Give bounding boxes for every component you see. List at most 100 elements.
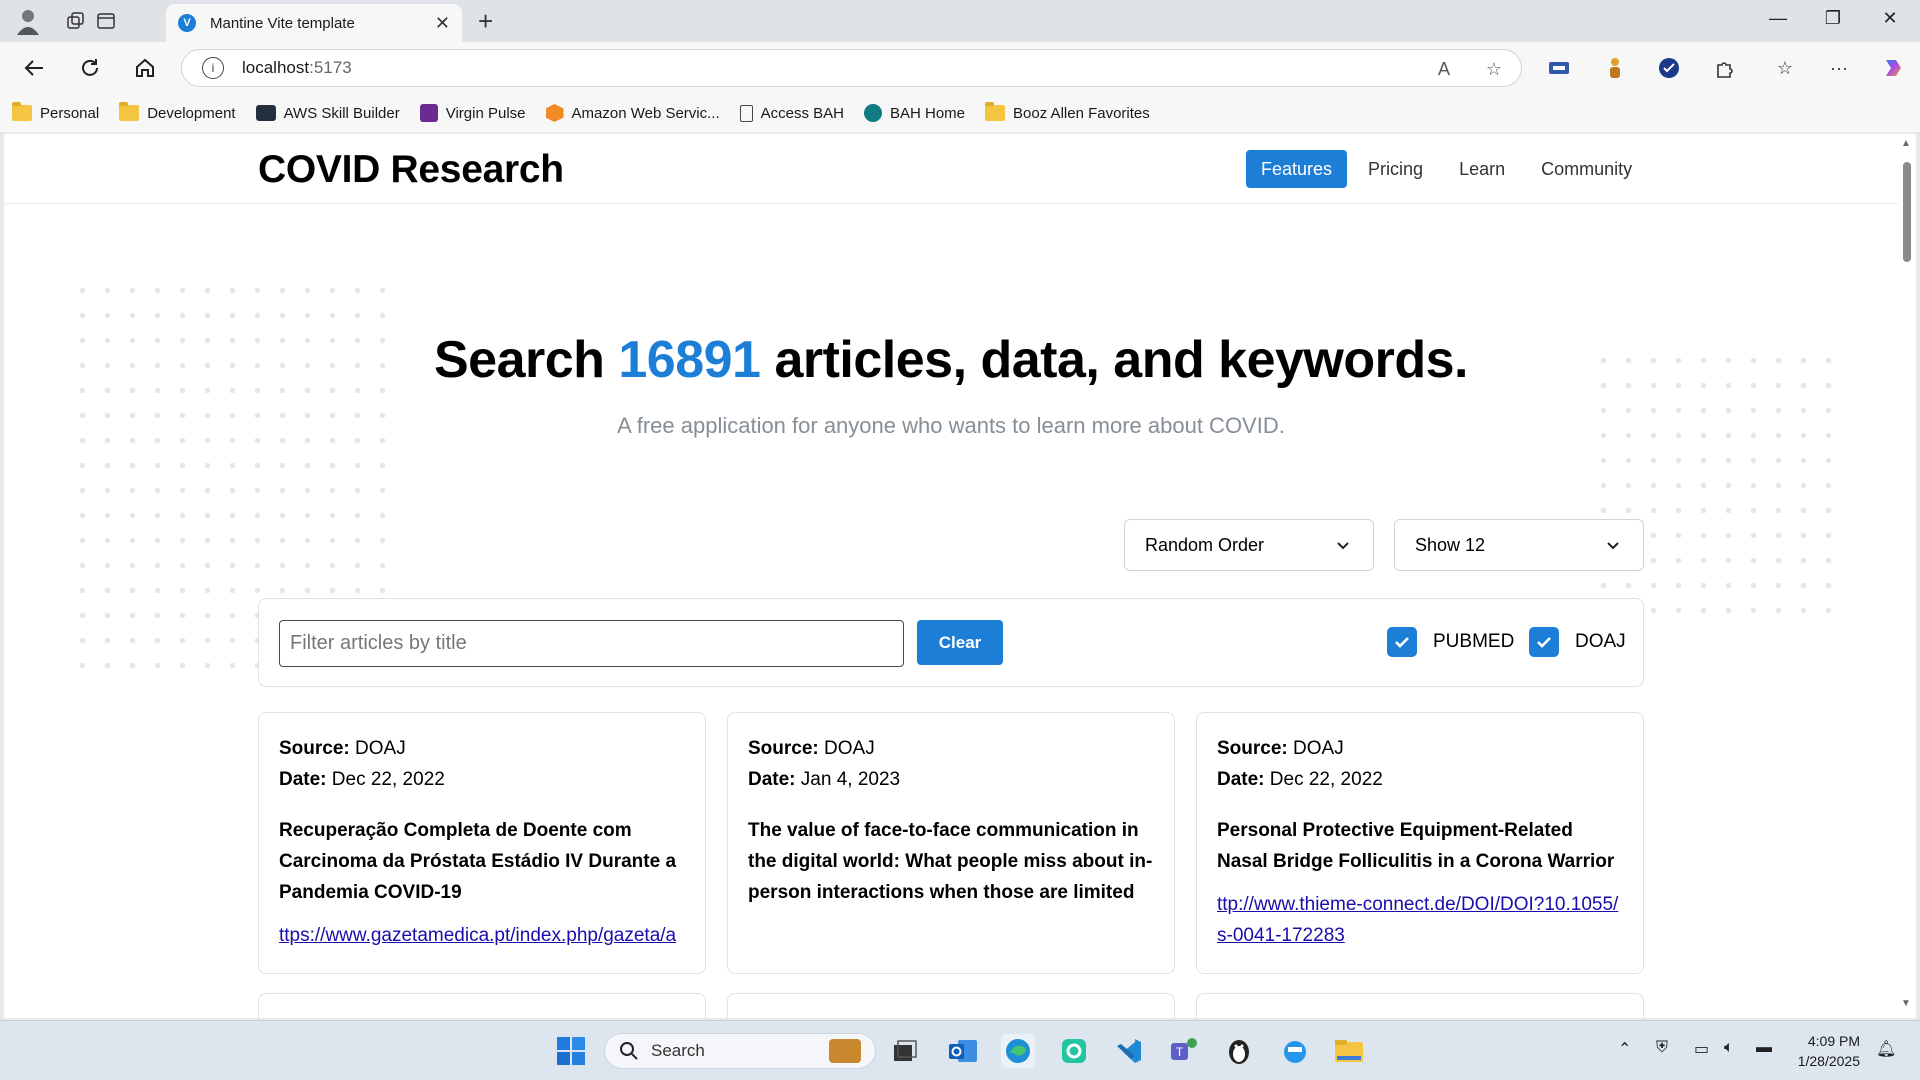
more-menu-icon[interactable]: ··· (1824, 53, 1854, 83)
file-explorer-icon[interactable] (1332, 1034, 1366, 1068)
maximize-icon[interactable]: ❐ (1813, 8, 1853, 29)
nav-pricing[interactable]: Pricing (1353, 150, 1438, 188)
vertical-tabs-icon[interactable] (94, 9, 118, 33)
article-title: Personal Protective Equipment-Related Na… (1217, 820, 1615, 872)
home-icon[interactable] (131, 54, 159, 82)
source-checkbox-doaj[interactable]: DOAJ (1529, 627, 1626, 657)
clear-button[interactable]: Clear (917, 620, 1003, 665)
vpn-shield-icon[interactable]: ⛨ (1656, 1039, 1668, 1057)
favorites-list-icon[interactable]: ☆ (1770, 53, 1800, 83)
checkbox-checked-icon[interactable] (1387, 627, 1417, 657)
site-info-icon[interactable]: i (202, 57, 224, 79)
brand-title[interactable]: COVID Research (258, 148, 564, 192)
folder-icon (985, 102, 1006, 121)
article-date: Date: Dec 22, 2022 (1217, 769, 1383, 790)
article-card[interactable]: Source: DOAJ Date: Dec 22, 2022 Personal… (1196, 712, 1644, 974)
notification-bell-icon[interactable]: 🔔︎ (1876, 1039, 1896, 1059)
vscode-icon[interactable] (1112, 1034, 1146, 1068)
nav-learn[interactable]: Learn (1444, 150, 1520, 188)
minimize-icon[interactable]: — (1758, 8, 1798, 29)
source-checkbox-pubmed[interactable]: PUBMED (1387, 627, 1514, 657)
scroll-up-arrow-icon[interactable]: ▲ (1901, 138, 1911, 149)
taskbar-search[interactable]: Search (604, 1033, 876, 1069)
refresh-icon[interactable] (76, 54, 104, 82)
title-filter-input[interactable] (279, 620, 904, 667)
pycharm-icon[interactable] (1057, 1034, 1091, 1068)
chevron-down-icon (1607, 542, 1619, 550)
sharepoint-icon (864, 104, 882, 122)
extension-check-icon[interactable] (1654, 53, 1684, 83)
clock-date: 1/28/2025 (1797, 1053, 1860, 1069)
address-bar[interactable]: i localhost:5173 A ☆ (181, 49, 1522, 87)
article-card-partial[interactable] (258, 993, 706, 1018)
bookmark-personal[interactable]: Personal (12, 102, 99, 122)
nav-features[interactable]: Features (1246, 150, 1348, 188)
bookmark-aws-skill-builder[interactable]: AWS Skill Builder (255, 105, 400, 122)
taskview-icon[interactable] (888, 1034, 922, 1068)
article-source: Source: DOAJ (1217, 738, 1344, 759)
taskbar-clock[interactable]: 4:09 PM 1/28/2025 (1794, 1031, 1860, 1071)
article-link[interactable]: ttp://www.thieme-connect.de/DOI/DOI?10.1… (1217, 889, 1623, 951)
volume-icon[interactable]: 🔈︎ (1724, 1039, 1734, 1057)
hero-subtitle: A free application for anyone who wants … (617, 413, 1285, 438)
bookmark-bah-home[interactable]: BAH Home (864, 104, 965, 122)
checkbox-checked-icon[interactable] (1529, 627, 1559, 657)
virgin-pulse-icon (419, 104, 438, 122)
article-card-partial[interactable] (1196, 993, 1644, 1018)
workspaces-icon[interactable] (64, 9, 88, 33)
docker-icon[interactable] (1278, 1034, 1312, 1068)
page-viewport: COVID Research Features Pricing Learn Co… (4, 134, 1898, 1018)
bookmark-amazon-web-services[interactable]: Amazon Web Servic... (545, 104, 720, 122)
bookmark-booz-allen-favorites[interactable]: Booz Allen Favorites (985, 102, 1150, 122)
bookmark-access-bah[interactable]: Access BAH (739, 104, 844, 122)
edge-icon[interactable] (1001, 1034, 1035, 1068)
aws-icon (255, 105, 276, 121)
url-text[interactable]: localhost:5173 (242, 58, 352, 78)
document-icon (739, 104, 753, 122)
new-tab-plus-icon[interactable]: + (478, 8, 493, 34)
order-select[interactable]: Random Order (1124, 519, 1374, 571)
extension-badge-icon[interactable] (1544, 53, 1574, 83)
browser-tab-active[interactable]: V Mantine Vite template ✕ (166, 4, 462, 42)
briefcase-icon (829, 1039, 861, 1063)
show-hidden-icons-chevron-icon[interactable]: ⌃ (1618, 1039, 1631, 1059)
doaj-label: DOAJ (1575, 631, 1626, 652)
page-size-select-value: Show 12 (1415, 534, 1486, 555)
main-nav: Features Pricing Learn Community (1246, 150, 1653, 188)
clock-time: 4:09 PM (1807, 1033, 1860, 1049)
windows-start-icon[interactable] (554, 1034, 588, 1068)
svg-text:T: T (1176, 1045, 1184, 1059)
nav-community[interactable]: Community (1526, 150, 1647, 188)
page-scrollbar[interactable]: ▲ ▼ (1898, 134, 1916, 1018)
article-card[interactable]: Source: DOAJ Date: Jan 4, 2023 The value… (727, 712, 1175, 974)
close-window-icon[interactable]: ✕ (1870, 8, 1910, 29)
article-date: Date: Jan 4, 2023 (748, 769, 901, 790)
scroll-down-arrow-icon[interactable]: ▼ (1901, 998, 1911, 1009)
article-card[interactable]: Source: DOAJ Date: Dec 22, 2022 Recupera… (258, 712, 706, 974)
copilot-icon[interactable] (1878, 53, 1908, 83)
filter-panel: Clear PUBMED DOAJ (258, 598, 1644, 687)
teams-icon[interactable]: T (1166, 1034, 1200, 1068)
back-arrow-icon[interactable] (20, 54, 48, 82)
article-link[interactable]: ttps://www.gazetamedica.pt/index.php/gaz… (279, 920, 685, 951)
tab-favicon-icon: V (178, 14, 196, 32)
tab-close-icon[interactable]: ✕ (435, 13, 450, 34)
folder-icon (119, 102, 140, 121)
penguin-app-icon[interactable] (1222, 1034, 1256, 1068)
article-source: Source: DOAJ (748, 738, 875, 759)
scrollbar-thumb[interactable] (1903, 162, 1911, 262)
network-icon[interactable]: ▭ (1694, 1039, 1709, 1059)
extension-person-icon[interactable] (1600, 53, 1630, 83)
outlook-icon[interactable] (946, 1034, 980, 1068)
bookmark-virgin-pulse[interactable]: Virgin Pulse (419, 104, 526, 122)
page-size-select[interactable]: Show 12 (1394, 519, 1644, 571)
read-aloud-icon[interactable]: A (1433, 58, 1455, 80)
article-card-partial[interactable] (727, 993, 1175, 1018)
search-icon (620, 1042, 638, 1060)
bookmark-development[interactable]: Development (119, 102, 236, 122)
article-title: Recuperação Completa de Doente com Carci… (279, 820, 677, 903)
favorite-star-icon[interactable]: ☆ (1483, 58, 1505, 80)
extensions-puzzle-icon[interactable] (1710, 53, 1740, 83)
battery-icon[interactable]: ▬ (1756, 1039, 1772, 1057)
profile-avatar[interactable] (12, 6, 44, 36)
